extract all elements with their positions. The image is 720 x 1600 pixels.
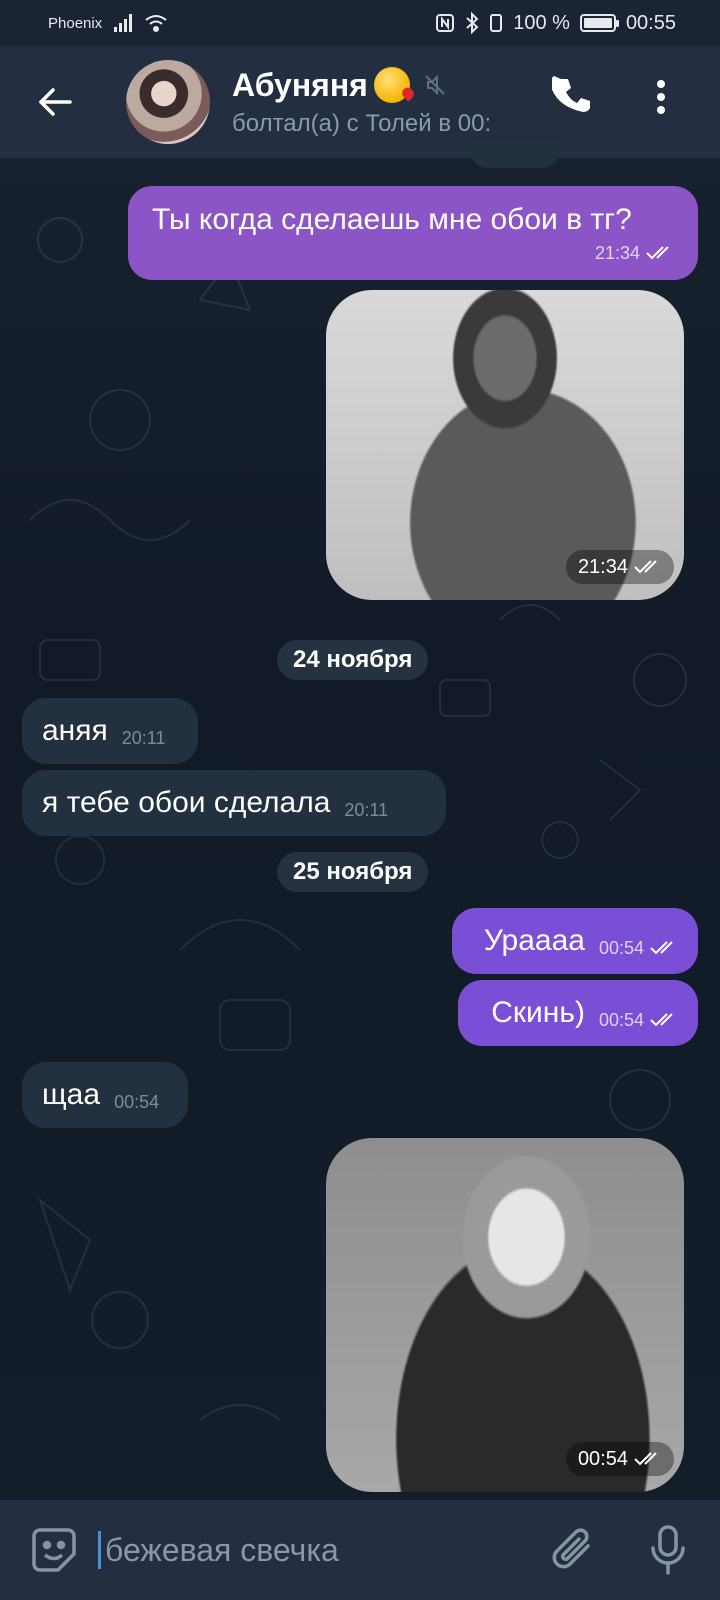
arrow-back-icon (39, 88, 72, 116)
sticker-icon (32, 1528, 76, 1572)
double-check-icon (646, 246, 674, 260)
sticker-button[interactable] (30, 1526, 78, 1579)
contact-name: Абуняня (232, 66, 368, 103)
message-text: я тебе обои сделала (42, 786, 331, 819)
battery-percent: 100 % (513, 11, 570, 34)
date-separator: 24 ноября (277, 640, 429, 680)
more-vertical-icon (657, 80, 665, 114)
message-input-bar: бежевая свечка (0, 1500, 720, 1600)
message-input-value: бежевая свечка (105, 1531, 339, 1568)
message-text: Ты когда сделаешь мне обои в тг? (152, 202, 632, 236)
message-time: 00:54 (114, 1091, 160, 1112)
message-input[interactable]: бежевая свечка (98, 1530, 518, 1570)
date-label: 24 ноября (293, 646, 413, 673)
double-check-icon (650, 941, 678, 955)
double-check-icon (650, 1013, 678, 1027)
double-check-icon (634, 560, 657, 574)
status-bar: Phoenix 100 % 00:55 (0, 0, 720, 46)
contact-last-seen: болтал(а) с Толей в 00: (232, 109, 492, 137)
clock: 00:55 (625, 11, 676, 34)
outgoing-message[interactable]: Скинь) 00:54 (458, 980, 698, 1046)
photo-message[interactable]: 21:34 (326, 290, 684, 600)
battery-icon (579, 14, 619, 32)
message-time: 21:34 (594, 242, 640, 263)
more-button[interactable] (656, 80, 666, 119)
back-button[interactable] (0, 46, 110, 158)
text-cursor (98, 1531, 101, 1569)
incoming-message[interactable]: я тебе обои сделала 20:11 (22, 770, 446, 836)
vibrate-icon (490, 14, 503, 32)
message-time: 20:11 (344, 799, 389, 820)
call-button[interactable] (550, 76, 592, 121)
message-time: 21:34 (577, 555, 628, 578)
message-time: 20:11 (121, 727, 166, 748)
message-text: аняя (42, 714, 108, 747)
phone-icon (550, 76, 590, 112)
signal-icon (114, 14, 133, 32)
date-label: 25 ноября (293, 858, 413, 885)
message-bubble-partial[interactable] (470, 140, 560, 168)
outgoing-message[interactable]: Ураааа 00:54 (452, 908, 698, 974)
avatar[interactable] (126, 60, 210, 144)
message-text: Ураааа (483, 924, 585, 957)
message-text: Скинь) (491, 996, 585, 1029)
paperclip-icon (552, 1528, 590, 1569)
voice-button[interactable] (648, 1524, 688, 1581)
photo-message[interactable]: 00:54 (326, 1138, 684, 1492)
carrier-label: Phoenix (48, 14, 103, 32)
microphone-icon (651, 1525, 685, 1575)
wifi-icon (145, 15, 167, 32)
message-time: 00:54 (598, 1009, 644, 1030)
outgoing-message[interactable]: Ты когда сделаешь мне обои в тг? 21:34 (128, 186, 698, 280)
double-check-icon (634, 1452, 657, 1466)
message-time: 00:54 (577, 1447, 628, 1470)
mute-icon (424, 74, 446, 96)
chat-header: Абуняня болтал(а) с Толей в 00: (0, 46, 720, 158)
photo-time-badge: 00:54 (565, 1442, 674, 1476)
photo-time-badge: 21:34 (565, 550, 674, 584)
nfc-icon (436, 14, 455, 32)
attach-button[interactable] (550, 1524, 596, 1579)
kiss-emoji-icon (373, 67, 410, 103)
bluetooth-icon (466, 12, 479, 34)
incoming-message[interactable]: щаа 00:54 (22, 1062, 188, 1128)
contact-info[interactable]: Абуняня болтал(а) с Толей в 00: (232, 67, 532, 138)
message-text: щаа (42, 1078, 101, 1111)
message-time: 00:54 (598, 937, 644, 958)
date-separator: 25 ноября (277, 852, 429, 892)
incoming-message[interactable]: аняя 20:11 (22, 698, 198, 764)
